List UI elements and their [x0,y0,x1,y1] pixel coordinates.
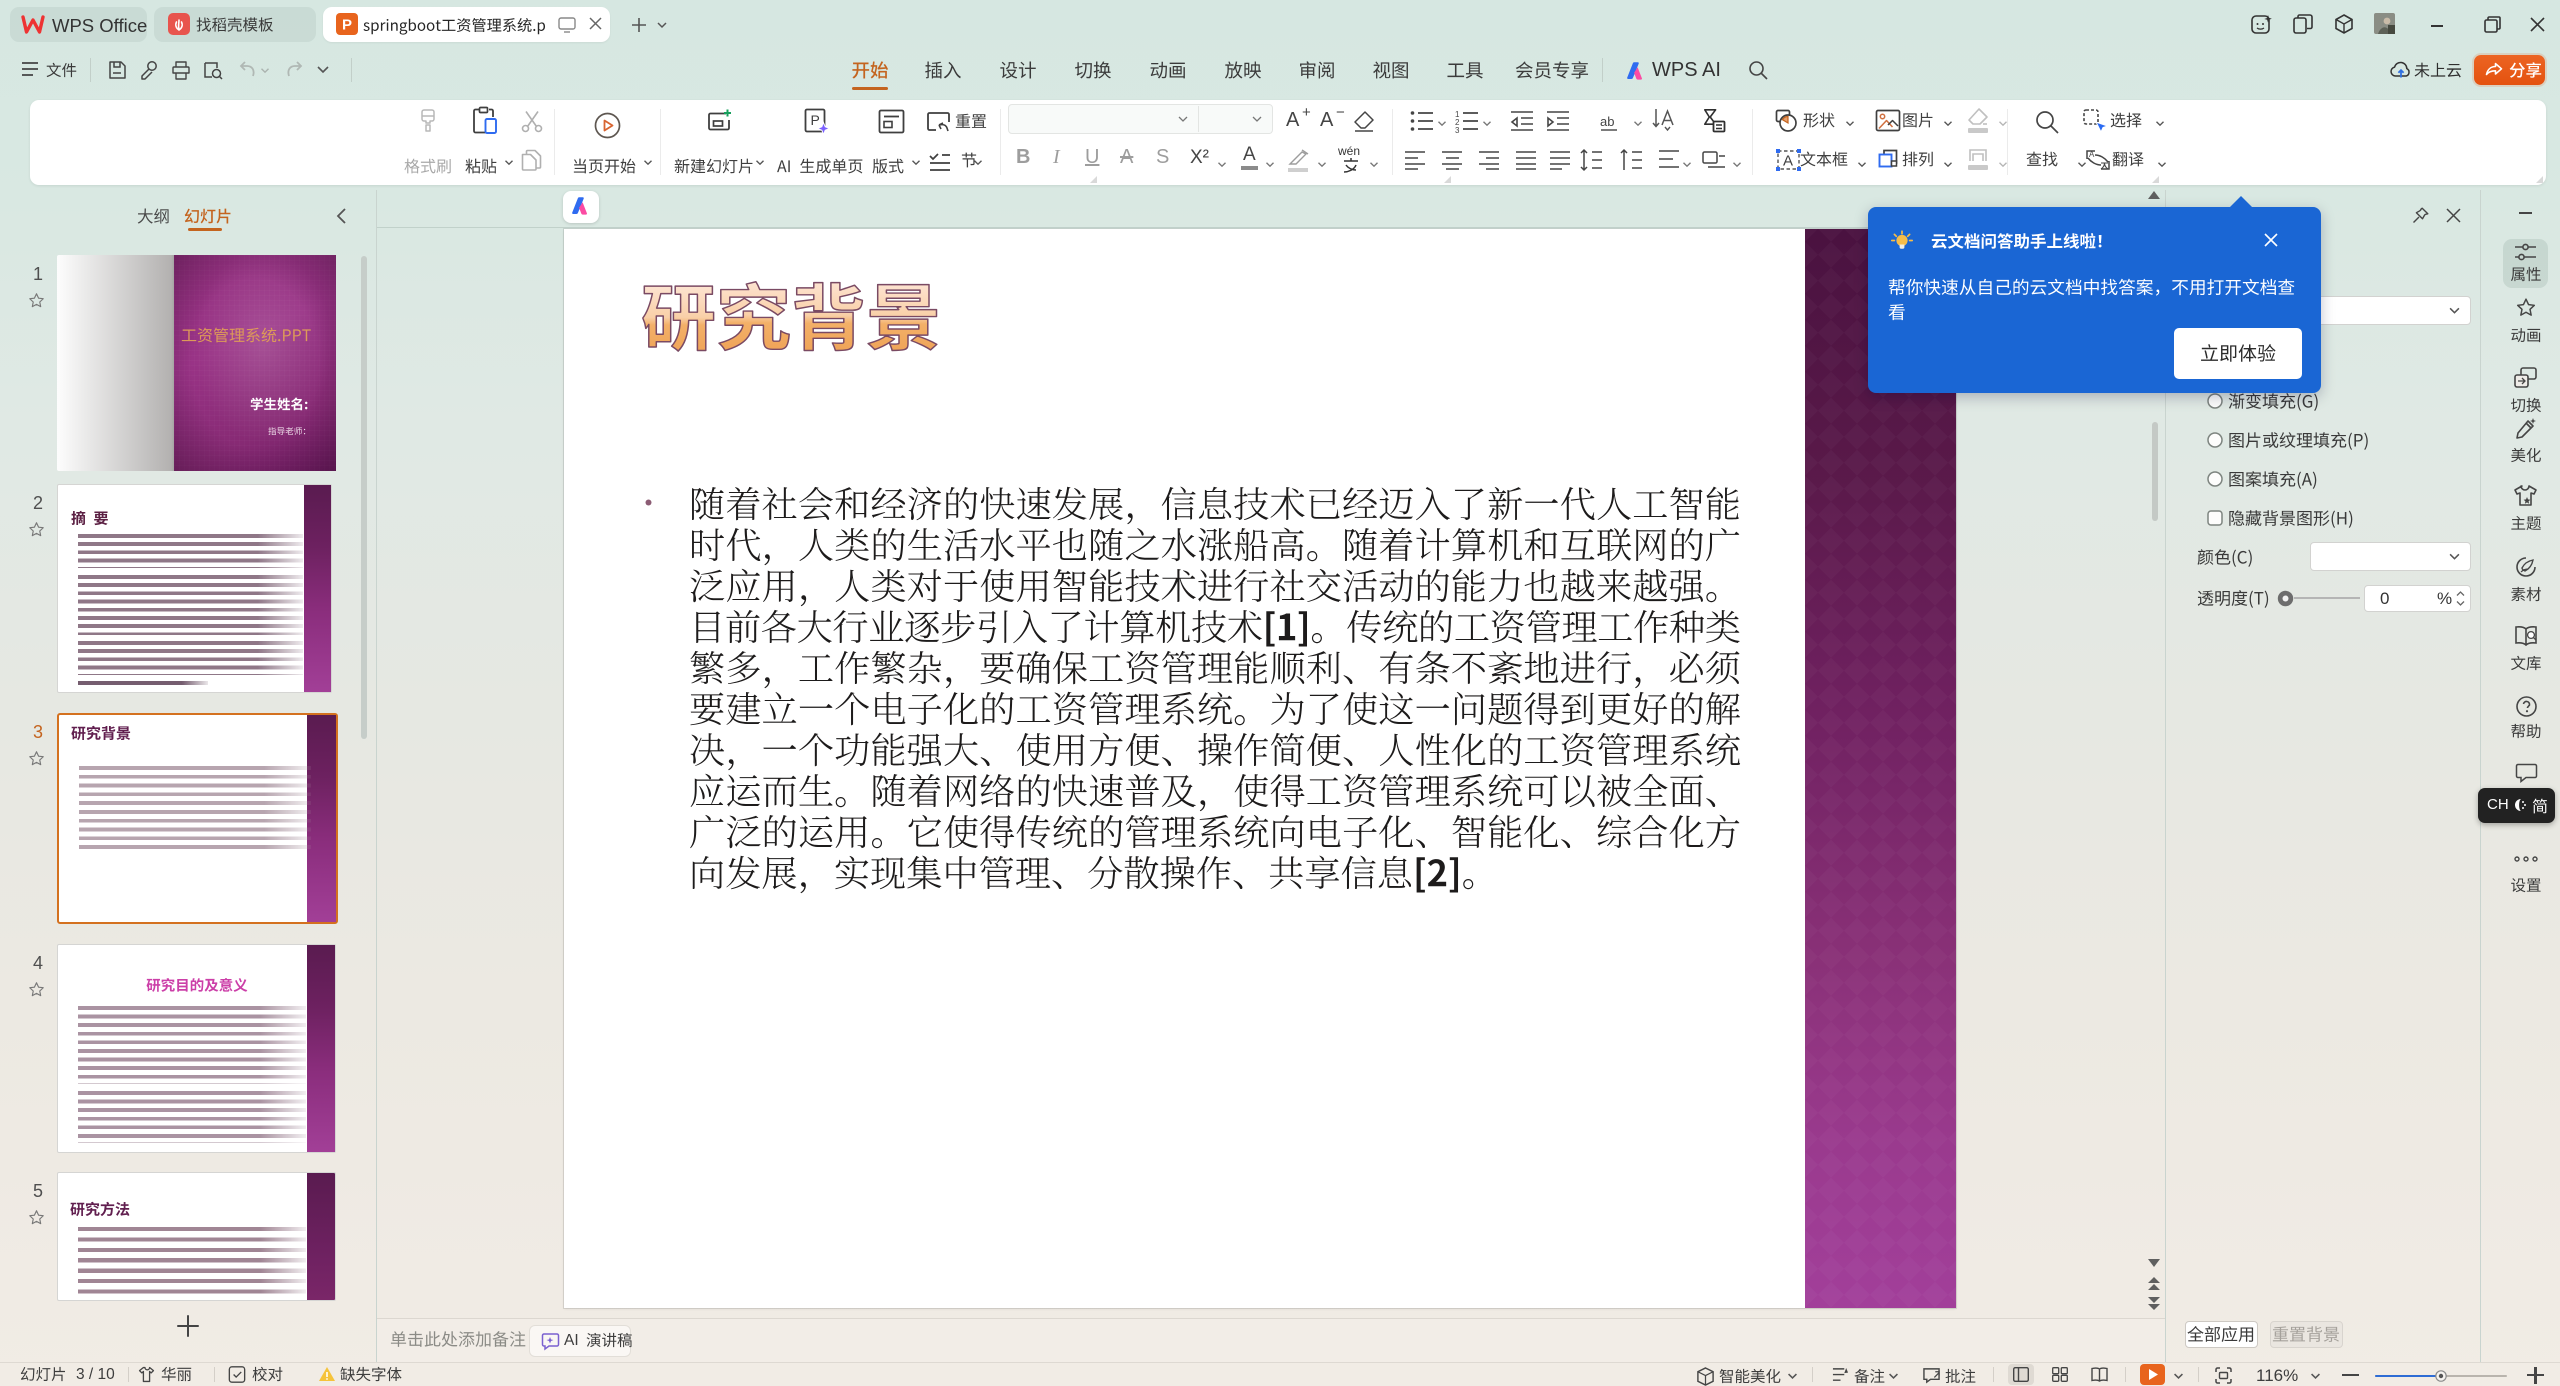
svg-text:A: A [1783,153,1793,170]
svg-text:ab: ab [1600,114,1614,129]
svg-text:A: A [2089,150,2095,159]
svg-text:P: P [342,17,352,34]
svg-text:P: P [811,112,820,128]
svg-text:wén: wén [1337,144,1360,158]
svg-text:3: 3 [1455,126,1460,135]
